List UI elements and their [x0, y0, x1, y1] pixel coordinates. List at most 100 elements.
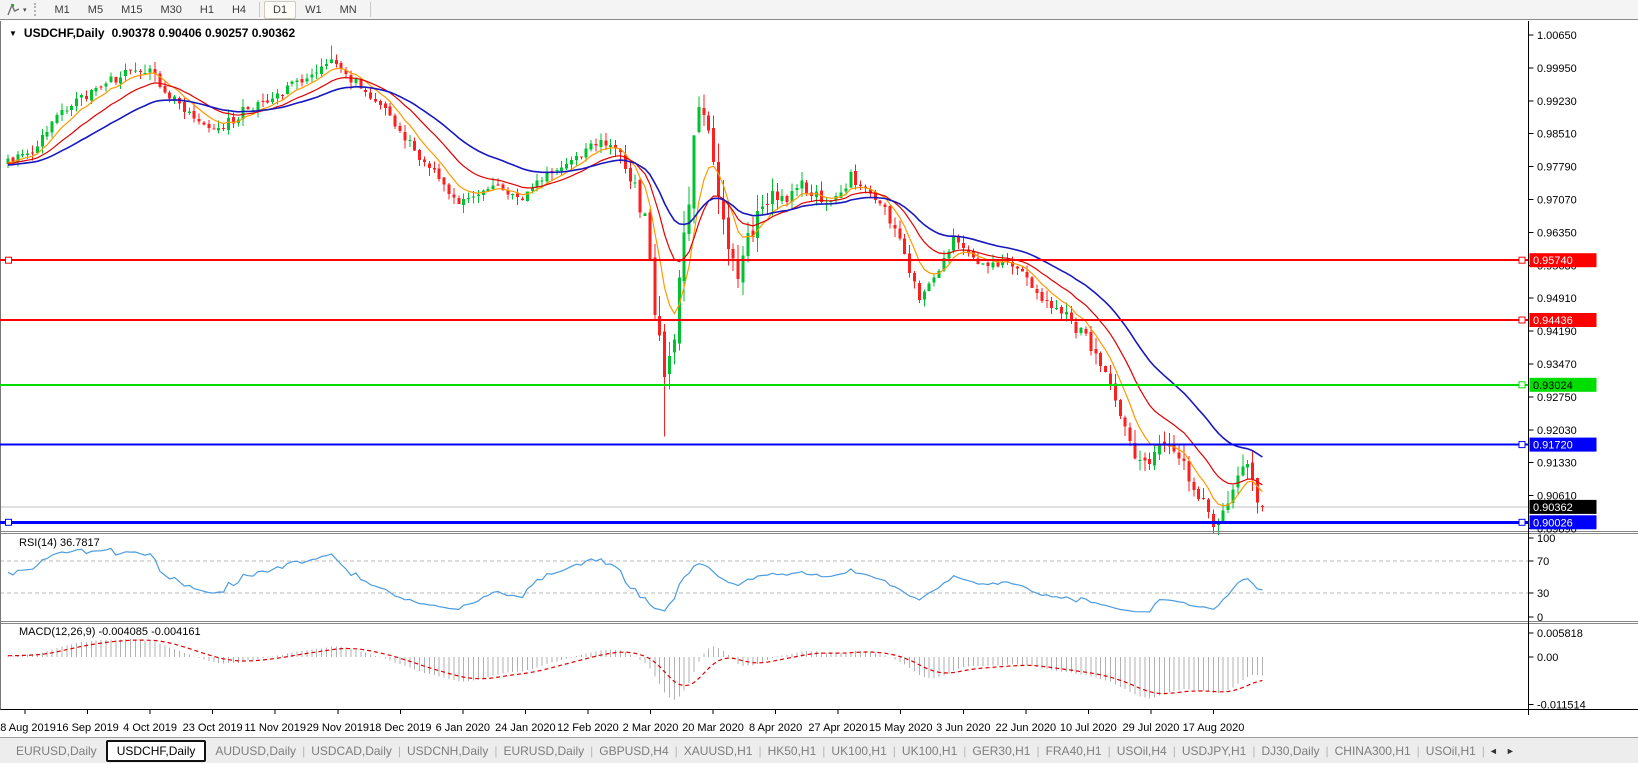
price-tick-label: 0.96350	[1537, 227, 1577, 239]
chart-tab-hk50-8[interactable]: HK50,H1	[762, 741, 823, 761]
hline-handle[interactable]	[6, 519, 12, 525]
rsi-scale-label: 100	[1537, 533, 1555, 545]
chart-tab-usdjpy-14[interactable]: USDJPY,H1	[1176, 741, 1252, 761]
chart-tabs-bar: EURUSD,DailyUSDCHF,DailyAUDUSD,Daily|USD…	[0, 737, 1638, 763]
hline-handle[interactable]	[1519, 442, 1525, 448]
macd-scale-label: 0.00	[1537, 652, 1558, 664]
rsi-pane	[0, 548, 1528, 612]
date-tick-label: 6 Jan 2020	[436, 722, 490, 734]
price-tick-label: 0.97790	[1537, 162, 1577, 174]
timeframe-button-m1[interactable]: M1	[46, 1, 79, 19]
chart-dropdown-icon[interactable]: ▼	[9, 29, 17, 38]
hline-handle[interactable]	[1519, 382, 1525, 388]
date-tick-label: 8 Apr 2020	[749, 722, 802, 734]
chart-tab-eurusd-5[interactable]: EURUSD,Daily	[497, 741, 590, 761]
chart-tab-dj30-15[interactable]: DJ30,Daily	[1255, 741, 1325, 761]
macd-pane	[8, 639, 1262, 700]
price-tick-label: 0.99950	[1537, 63, 1577, 75]
chart-tab-ger30-11[interactable]: GER30,H1	[966, 741, 1036, 761]
macd-label: MACD(12,26,9) -0.004085 -0.004161	[19, 626, 201, 638]
hline-price-label: 0.91720	[1533, 440, 1573, 452]
timeframe-button-d1[interactable]: D1	[264, 1, 296, 19]
rsi-scale-label: 30	[1537, 588, 1549, 600]
timeframe-button-h4[interactable]: H4	[223, 1, 255, 19]
timeframe-button-m15[interactable]: M15	[112, 1, 151, 19]
chart-ohlc-values: 0.90378 0.90406 0.90257 0.90362	[112, 26, 296, 40]
date-tick-label: 20 Mar 2020	[682, 722, 744, 734]
price-tick-label: 1.00650	[1537, 30, 1577, 42]
price-tick-label: 0.93470	[1537, 359, 1577, 371]
chart-tab-usdchf-1[interactable]: USDCHF,Daily	[106, 740, 207, 762]
chart-tab-uk100-10[interactable]: UK100,H1	[896, 741, 963, 761]
chart-title: ▼ USDCHF,Daily 0.90378 0.90406 0.90257 0…	[9, 26, 295, 40]
chart-tab-usoil-13[interactable]: USOil,H4	[1111, 741, 1173, 761]
chart-canvas[interactable]: 1.00650 0.99950 0.99230 0.98510 0.97790 0.970…	[0, 20, 1638, 737]
date-tick-label: 3 Jun 2020	[936, 722, 990, 734]
price-tick-label: 0.94910	[1537, 293, 1577, 305]
chart-tab-usoil-17[interactable]: USOil,H1	[1420, 741, 1482, 761]
date-tick-label: 10 Jul 2020	[1060, 722, 1117, 734]
date-tick-label: 12 Feb 2020	[557, 722, 619, 734]
rsi-line	[8, 548, 1262, 612]
date-tick-label: 29 Nov 2019	[307, 722, 369, 734]
horizontal-level-lines[interactable]: 0.957400.944360.930240.917200.900260.903…	[0, 253, 1597, 529]
time-axis[interactable]: 28 Aug 201916 Sep 20194 Oct 201923 Oct 2…	[0, 710, 1244, 735]
timeframe-button-w1[interactable]: W1	[296, 1, 331, 19]
current-price-label: 0.90362	[1533, 502, 1573, 514]
tab-scroll-left-icon[interactable]: ◄	[1489, 746, 1498, 756]
chart-tab-usdcad-3[interactable]: USDCAD,Daily	[305, 741, 398, 761]
rsi-label: RSI(14) 36.7817	[19, 537, 100, 549]
price-tick-label: 0.91330	[1537, 458, 1577, 470]
hline-handle[interactable]	[1519, 257, 1525, 263]
date-tick-label: 24 Jan 2020	[495, 722, 556, 734]
chart-tab-xauusd-7[interactable]: XAUUSD,H1	[678, 741, 759, 761]
date-tick-label: 23 Oct 2019	[183, 722, 243, 734]
timeframe-button-m5[interactable]: M5	[79, 1, 112, 19]
macd-scale-label: 0.005818	[1537, 628, 1583, 640]
toolbar-separator	[370, 2, 371, 17]
hline-price-label: 0.95740	[1533, 255, 1573, 267]
chart-tab-gbpusd-6[interactable]: GBPUSD,H4	[593, 741, 674, 761]
pane-borders	[0, 21, 1638, 715]
tab-scroll-right-icon[interactable]: ►	[1506, 746, 1515, 756]
timeframe-button-m30[interactable]: M30	[151, 1, 190, 19]
ma-line-fast	[8, 69, 1262, 506]
price-tick-label: 0.98510	[1537, 129, 1577, 141]
chart-tab-uk100-9[interactable]: UK100,H1	[825, 741, 892, 761]
date-tick-label: 2 Mar 2020	[623, 722, 679, 734]
chart-symbol-label: USDCHF,Daily	[24, 26, 105, 40]
timeframe-button-h1[interactable]: H1	[191, 1, 223, 19]
hline-handle[interactable]	[1519, 317, 1525, 323]
date-tick-label: 22 Jun 2020	[996, 722, 1057, 734]
ma-line-slow	[8, 87, 1262, 457]
macd-scale-label: -0.011514	[1537, 700, 1586, 712]
hline-handle[interactable]	[1519, 519, 1525, 525]
chart-tab-eurusd-0[interactable]: EURUSD,Daily	[10, 741, 103, 761]
timeframe-button-mn[interactable]: MN	[331, 1, 366, 19]
date-tick-label: 16 Sep 2019	[56, 722, 118, 734]
rsi-scale-label: 70	[1537, 556, 1549, 568]
chart-tab-usdcnh-4[interactable]: USDCNH,Daily	[401, 741, 494, 761]
toolbar-grip[interactable]	[34, 3, 39, 16]
price-tick-label: 0.94190	[1537, 326, 1577, 338]
date-tick-label: 17 Aug 2020	[1183, 722, 1245, 734]
price-tick-label: 0.99230	[1537, 96, 1577, 108]
date-tick-label: 29 Jul 2020	[1122, 722, 1179, 734]
tool-dropdown-caret-icon[interactable]: ▾	[23, 6, 27, 14]
toolbar-separator	[259, 2, 260, 17]
rsi-scale-label: 0	[1537, 612, 1543, 624]
hline-handle[interactable]	[6, 257, 12, 263]
crosshair-tool-icon[interactable]	[6, 3, 21, 17]
ma-line-medium	[8, 78, 1262, 485]
hline-price-label: 0.90026	[1533, 517, 1573, 529]
price-axis[interactable]: 1.00650 0.99950 0.99230 0.98510 0.97790 0.970…	[1529, 30, 1586, 712]
tab-divider: |	[1482, 744, 1485, 758]
price-tick-label: 0.92750	[1537, 392, 1577, 404]
chart-tab-fra40-12[interactable]: FRA40,H1	[1040, 741, 1108, 761]
chart-tab-china300-16[interactable]: CHINA300,H1	[1329, 741, 1417, 761]
price-tick-label: 0.97070	[1537, 195, 1577, 207]
candlesticks	[7, 46, 1264, 535]
date-tick-label: 11 Nov 2019	[244, 722, 306, 734]
date-tick-label: 27 Apr 2020	[808, 722, 867, 734]
chart-tab-audusd-2[interactable]: AUDUSD,Daily	[209, 741, 302, 761]
